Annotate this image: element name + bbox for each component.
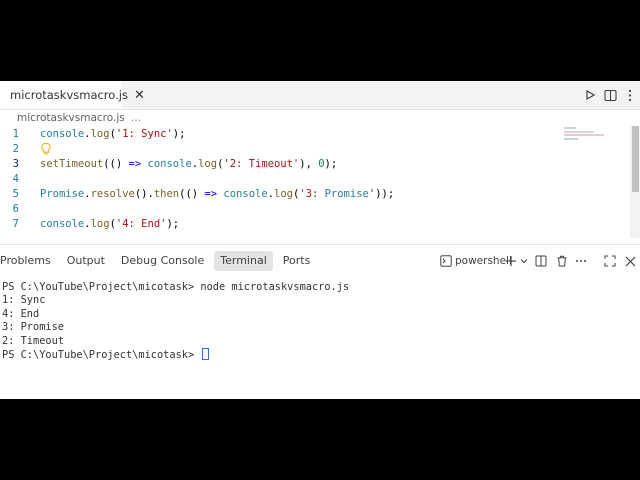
terminal-output[interactable]: PS C:\YouTube\Project\micotask> node mic… [2,281,349,361]
scrollbar-thumb[interactable] [632,126,639,192]
bottom-panel: Problems Output Debug Console Terminal P… [0,245,640,399]
lightbulb-icon[interactable] [40,142,52,157]
terminal-selector[interactable]: powershell [440,251,512,271]
code-line: 7 console.log('4: End'); [0,217,630,232]
terminal-line: 1: Sync [2,294,46,307]
maximize-panel-icon[interactable] [603,254,617,268]
terminal-prompt-line: PS C:\YouTube\Project\micotask> [2,347,349,361]
editor-tab-bar: microtaskvsmacro.js ✕ [0,81,640,110]
line-number: 1 [12,128,19,140]
code-text: console.log('4: End'); [40,218,180,230]
vscode-window: microtaskvsmacro.js ✕ microtaskvsmacro.j… [0,81,640,399]
code-line: 4 [0,172,630,187]
more-actions-icon[interactable] [574,254,588,268]
code-editor[interactable]: 1 console.log('1: Sync'); 2 3 setTimeout… [0,127,630,237]
code-line-current: 3 setTimeout(() => console.log('2: Timeo… [0,157,630,172]
line-number: 5 [12,188,19,200]
close-icon[interactable]: ✕ [134,89,145,102]
line-number: 6 [12,203,19,215]
close-icon[interactable] [623,254,637,268]
terminal-line: PS C:\YouTube\Project\micotask> node mic… [2,281,350,293]
code-text: Promise.resolve().then(() => console.log… [40,188,395,200]
minimap[interactable] [564,126,608,140]
new-terminal-icon[interactable] [504,254,518,268]
tab-ports[interactable]: Ports [277,251,317,271]
breadcrumb-more[interactable]: … [131,112,142,124]
terminal-line: 4: End [2,307,40,320]
tab-label: microtaskvsmacro.js [10,88,128,102]
breadcrumb-file[interactable]: microtaskvsmacro.js [17,112,125,124]
code-text: setTimeout(() => console.log('2: Timeout… [40,158,338,170]
tab-output[interactable]: Output [61,251,111,271]
split-editor-icon[interactable] [602,87,618,103]
chevron-down-icon[interactable] [517,254,531,268]
more-actions-icon[interactable] [622,87,638,103]
terminal-prompt: PS C:\YouTube\Project\micotask> [2,348,201,361]
editor-tab[interactable]: microtaskvsmacro.js ✕ [0,81,145,109]
tab-problems[interactable]: Problems [0,251,57,271]
split-terminal-icon[interactable] [534,254,548,268]
line-number: 7 [12,218,19,230]
code-line: 6 [0,202,630,217]
terminal-icon [440,252,452,271]
code-line: 5 Promise.resolve().then(() => console.l… [0,187,630,202]
line-number: 3 [12,158,19,170]
terminal-line: 3: Promise [2,321,64,334]
terminal-line: 2: Timeout [2,334,64,347]
breadcrumb: microtaskvsmacro.js … [17,111,141,125]
trash-icon[interactable] [555,254,569,268]
line-number: 4 [12,173,19,185]
code-text: console.log('1: Sync'); [40,128,186,140]
tab-debug-console[interactable]: Debug Console [115,251,210,271]
code-line: 1 console.log('1: Sync'); [0,127,630,142]
run-icon[interactable] [582,87,598,103]
panel-tabs: Problems Output Debug Console Terminal P… [0,251,320,271]
editor-scrollbar[interactable] [630,126,640,238]
tab-terminal[interactable]: Terminal [214,251,273,271]
line-number: 2 [12,143,19,155]
terminal-cursor [202,347,210,360]
code-line: 2 [0,142,630,157]
